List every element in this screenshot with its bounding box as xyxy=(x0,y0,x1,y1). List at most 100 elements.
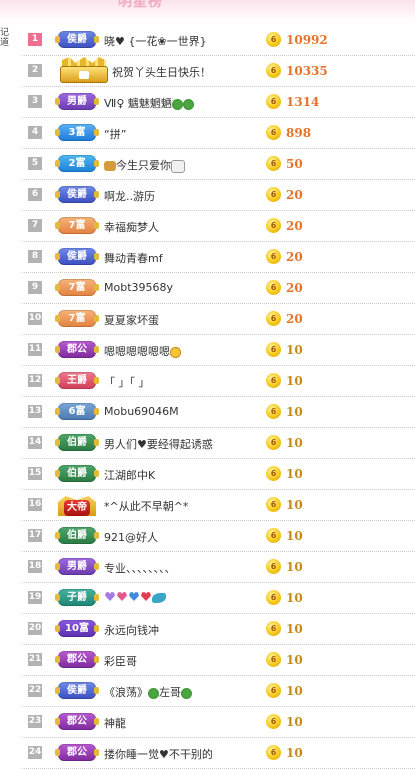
score-value: 10 xyxy=(286,405,303,419)
user-name[interactable]: Mobt39568y xyxy=(104,281,173,294)
user-name[interactable]: 彩臣哥 xyxy=(104,653,137,669)
dolphin-icon xyxy=(152,593,166,603)
rank-badge: 侯爵 xyxy=(55,248,99,265)
user-name-text: 搂你睡一觉♥不干别的 xyxy=(104,748,213,761)
rank-number: 10 xyxy=(28,312,42,325)
user-name-text: 江湖郎中K xyxy=(104,469,156,482)
list-item[interactable]: 21 郡公 彩臣哥 6 10 xyxy=(22,645,415,676)
score-value: 10 xyxy=(286,374,303,388)
user-name[interactable]: 舞动青春mf xyxy=(104,250,163,266)
score-value: 10 xyxy=(286,343,303,357)
user-name[interactable]: 江湖郎中K xyxy=(104,467,155,483)
user-name[interactable]: 男人们♥要经得起诱惑 xyxy=(104,436,213,452)
list-item[interactable]: 9 7富 Mobt39568y 6 20 xyxy=(22,273,415,304)
list-item[interactable]: 13 6富 Mobu69046M 6 10 xyxy=(22,397,415,428)
user-name[interactable]: 今生只爱你 xyxy=(104,157,185,173)
rank-badge: 7富 xyxy=(55,310,99,327)
list-item[interactable]: 3 男爵 Ⅶ♀ 魑魅魍魉 6 1314 xyxy=(22,87,415,118)
list-item[interactable]: 22 侯爵 《浪荡》 左哥 6 10 xyxy=(22,676,415,707)
dog-icon xyxy=(104,161,116,171)
rank-badge: 6富 xyxy=(55,403,99,420)
score-value: 10 xyxy=(286,715,303,729)
clover-icon xyxy=(148,687,159,699)
user-name-text: 专业、、、、、、、、 xyxy=(104,562,176,575)
user-name-text: 嗯嗯嗯嗯嗯嗯 xyxy=(104,345,170,358)
list-item[interactable]: 7 7富 幸福痴梦人 6 20 xyxy=(22,211,415,242)
user-name[interactable]: Ⅶ♀ 魑魅魍魉 xyxy=(104,95,194,111)
user-name[interactable]: *^从此不早朝^* xyxy=(104,498,188,514)
heart-icon xyxy=(117,592,127,601)
rank-number: 17 xyxy=(28,529,42,542)
user-name[interactable]: 专业、、、、、、、、 xyxy=(104,560,176,576)
coin-icon: 6 xyxy=(266,280,281,295)
heart-icon xyxy=(141,592,151,601)
user-name[interactable] xyxy=(104,591,166,604)
user-name[interactable]: 神龍 xyxy=(104,715,126,731)
coin-icon: 6 xyxy=(266,590,281,605)
user-name-text: 《浪荡》 xyxy=(104,686,148,699)
rank-number: 4 xyxy=(28,126,42,139)
list-item[interactable]: 1 侯爵 晓♥ {一花❀一世界} 6 10992 xyxy=(22,25,415,56)
user-name[interactable]: 《浪荡》 左哥 xyxy=(104,684,192,700)
rank-badge: 郡公 xyxy=(55,744,99,761)
user-name-text: 舞动青春mf xyxy=(104,252,163,265)
score-value: 10 xyxy=(286,622,303,636)
user-name-text: 「 」「 」 xyxy=(104,376,150,389)
coin-icon: 6 xyxy=(266,187,281,202)
rank-badge: 侯爵 xyxy=(55,186,99,203)
user-name[interactable]: Mobu69046M xyxy=(104,405,179,418)
score-value: 10 xyxy=(286,436,303,450)
user-name-text: “拼” xyxy=(104,128,127,141)
list-item[interactable]: 23 郡公 神龍 6 10 xyxy=(22,707,415,738)
coin-icon: 6 xyxy=(266,745,281,760)
user-name[interactable]: 「 」「 」 xyxy=(104,374,150,390)
list-item[interactable]: 2 祝贺丫头生日快乐！ 6 10335 xyxy=(22,56,415,87)
rank-number: 6 xyxy=(28,188,42,201)
user-name[interactable]: 永远向钱冲 xyxy=(104,622,159,638)
list-item[interactable]: 20 10富 永远向钱冲 6 10 xyxy=(22,614,415,645)
score-value: 898 xyxy=(286,126,312,140)
list-item[interactable]: 10 7富 夏夏家坏蛋 6 20 xyxy=(22,304,415,335)
rank-badge: 伯爵 xyxy=(55,434,99,451)
rank-number: 3 xyxy=(28,95,42,108)
user-name[interactable]: 啊龙..游历 xyxy=(104,188,155,204)
list-item[interactable]: 16 大帝 *^从此不早朝^* 6 10 xyxy=(22,490,415,521)
rank-number: 14 xyxy=(28,436,42,449)
rank-badge: 侯爵 xyxy=(55,682,99,699)
coin-icon: 6 xyxy=(266,652,281,667)
user-name[interactable]: 幸福痴梦人 xyxy=(104,219,159,235)
list-item[interactable]: 15 伯爵 江湖郎中K 6 10 xyxy=(22,459,415,490)
list-item[interactable]: 6 侯爵 啊龙..游历 6 20 xyxy=(22,180,415,211)
user-name[interactable]: 921@好人 xyxy=(104,529,158,545)
user-name-text: 彩臣哥 xyxy=(104,655,137,668)
list-item[interactable]: 14 伯爵 男人们♥要经得起诱惑 6 10 xyxy=(22,428,415,459)
coin-icon: 6 xyxy=(266,63,281,78)
user-name[interactable]: 嗯嗯嗯嗯嗯嗯 xyxy=(104,343,181,359)
list-item[interactable]: 19 子爵 6 10 xyxy=(22,583,415,614)
user-name[interactable]: 搂你睡一觉♥不干别的 xyxy=(104,746,213,762)
user-name[interactable]: 晓♥ {一花❀一世界} xyxy=(104,33,207,49)
score-value: 10 xyxy=(286,746,303,760)
header-bar: 明星榜 xyxy=(0,0,415,22)
rank-badge: 男爵 xyxy=(55,558,99,575)
list-item[interactable]: 12 王爵「 」「 」 6 10 xyxy=(22,366,415,397)
list-item[interactable]: 4 3富 “拼” 6 898 xyxy=(22,118,415,149)
rank-badge: 郡公 xyxy=(55,651,99,668)
rank-number: 24 xyxy=(28,746,42,759)
user-name[interactable]: 祝贺丫头生日快乐！ xyxy=(112,64,211,80)
user-name-suffix: 左哥 xyxy=(159,686,181,699)
rank-badge: 王爵 xyxy=(55,372,99,389)
coin-icon: 6 xyxy=(266,125,281,140)
list-item[interactable]: 18 男爵 专业、、、、、、、、 6 10 xyxy=(22,552,415,583)
list-item[interactable]: 11 郡公 嗯嗯嗯嗯嗯嗯 6 10 xyxy=(22,335,415,366)
user-name[interactable]: 夏夏家坏蛋 xyxy=(104,312,159,328)
rank-badge: 子爵 xyxy=(55,589,99,606)
list-item[interactable]: 5 2富 今生只爱你 6 50 xyxy=(22,149,415,180)
user-name[interactable]: “拼” xyxy=(104,126,126,142)
list-item[interactable]: 8 侯爵 舞动青春mf 6 20 xyxy=(22,242,415,273)
score-value: 10335 xyxy=(286,64,328,78)
cat-icon xyxy=(171,159,185,173)
rank-badge: 侯爵 xyxy=(55,31,99,48)
list-item[interactable]: 17 伯爵 921@好人 6 10 xyxy=(22,521,415,552)
coin-icon: 6 xyxy=(266,621,281,636)
